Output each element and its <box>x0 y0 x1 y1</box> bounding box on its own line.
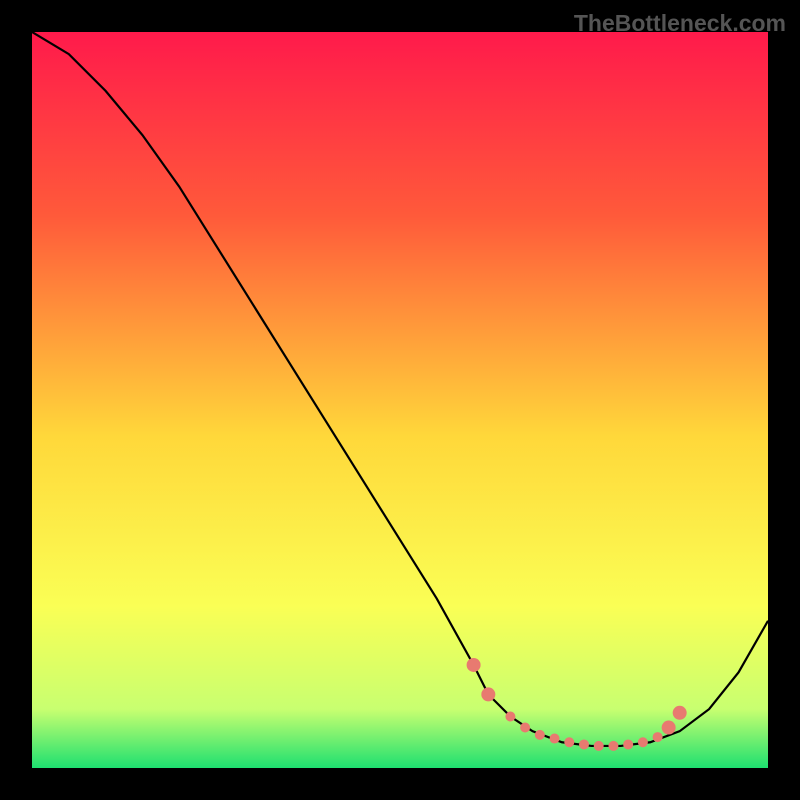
marker-point <box>467 658 481 672</box>
marker-point <box>564 737 574 747</box>
marker-point <box>608 741 618 751</box>
marker-point <box>550 734 560 744</box>
plot-area <box>32 32 768 768</box>
marker-point <box>579 739 589 749</box>
marker-point <box>520 723 530 733</box>
marker-point <box>638 737 648 747</box>
marker-point <box>653 732 663 742</box>
marker-point <box>662 721 676 735</box>
marker-point <box>673 706 687 720</box>
bottleneck-curve <box>32 32 768 746</box>
chart-frame <box>32 32 768 768</box>
watermark-text: TheBottleneck.com <box>574 10 786 37</box>
marker-point <box>505 711 515 721</box>
marker-point <box>594 741 604 751</box>
marker-point <box>535 730 545 740</box>
curve-layer <box>32 32 768 768</box>
marker-point <box>481 687 495 701</box>
marker-point <box>623 739 633 749</box>
